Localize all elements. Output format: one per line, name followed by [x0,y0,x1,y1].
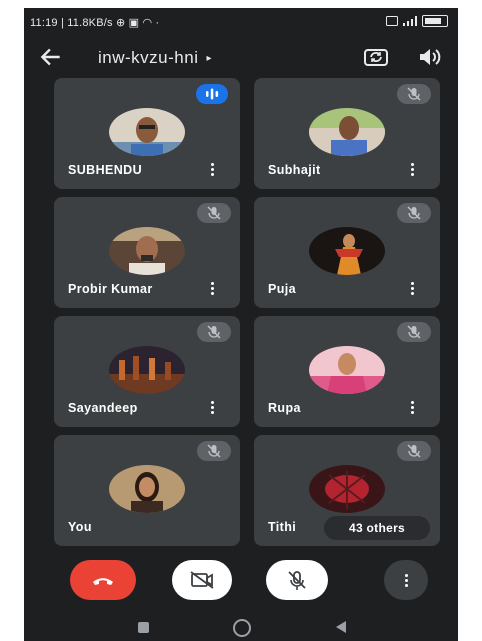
mic-off-badge [397,203,431,223]
signal-icon [403,16,417,26]
participant-name: Puja [268,282,296,296]
mic-off-badge [197,441,231,461]
participant-name: SUBHENDU [68,163,143,177]
call-controls [24,560,458,606]
system-navigation-bar [24,614,458,641]
hang-up-icon [93,578,113,585]
meet-screen: 11:19 | 11.8KB/s ⊕ ▣ ◠ · inw-kvzu-hni ▸ [24,8,458,641]
more-options-icon[interactable] [208,400,216,416]
volte-icon [386,16,398,26]
participant-tile[interactable]: You [54,435,240,546]
status-bar: 11:19 | 11.8KB/s ⊕ ▣ ◠ · [24,8,458,36]
avatar [309,465,385,513]
meeting-code: inw-kvzu-hni [98,48,199,67]
mic-off-icon [207,325,221,339]
battery-icon [422,15,448,27]
participant-tile[interactable]: Probir Kumar [54,197,240,308]
avatar [309,108,385,156]
speaker-icon[interactable] [416,44,442,70]
chevron-right-icon: ▸ [206,52,213,64]
status-time-and-speed: 11:19 | 11.8KB/s ⊕ ▣ ◠ · [30,17,160,29]
mic-off-icon [407,87,421,101]
mic-off-icon [407,206,421,220]
microphone-toggle-button[interactable] [266,560,328,600]
mic-off-badge [397,322,431,342]
avatar [309,346,385,394]
participant-tile[interactable]: Sayandeep [54,316,240,427]
participant-tile[interactable]: Rupa [254,316,440,427]
avatar [109,108,185,156]
mic-off-badge [197,322,231,342]
more-options-icon[interactable] [208,162,216,178]
status-icons [386,15,448,27]
more-vert-icon [384,560,428,587]
mic-off-icon [207,206,221,220]
more-options-button[interactable] [384,560,428,600]
home-icon[interactable] [233,619,251,637]
participant-tile[interactable]: Puja [254,197,440,308]
mic-off-badge [397,441,431,461]
end-call-button[interactable] [70,560,136,600]
more-options-icon[interactable] [208,281,216,297]
participant-name: You [68,520,92,534]
participant-name: Tithi [268,520,297,534]
back-arrow-icon[interactable] [38,44,64,70]
participant-tile[interactable]: Subhajit [254,78,440,189]
switch-camera-icon[interactable] [362,44,390,70]
more-options-icon[interactable] [408,400,416,416]
participant-name: Sayandeep [68,401,138,415]
back-icon[interactable] [336,621,346,633]
mic-off-icon [407,325,421,339]
participant-tile[interactable]: Tithi 43 others [254,435,440,546]
mic-off-icon [407,444,421,458]
mic-off-icon [207,444,221,458]
avatar [109,227,185,275]
more-options-icon[interactable] [408,281,416,297]
participant-tile[interactable]: SUBHENDU [54,78,240,189]
others-count-pill[interactable]: 43 others [324,516,430,540]
more-options-icon[interactable] [408,162,416,178]
meeting-title[interactable]: inw-kvzu-hni ▸ [98,48,212,68]
avatar [109,465,185,513]
mic-off-badge [197,203,231,223]
participant-name: Rupa [268,401,301,415]
mic-off-badge [397,84,431,104]
speaking-indicator [196,84,228,104]
recent-apps-icon[interactable] [138,622,149,633]
camera-toggle-button[interactable] [172,560,232,600]
avatar [109,346,185,394]
audio-wave-icon [206,88,219,100]
camera-off-icon [190,571,214,589]
meeting-header: inw-kvzu-hni ▸ [24,38,458,78]
mic-off-icon [288,571,306,590]
participant-name: Probir Kumar [68,282,153,296]
avatar [309,227,385,275]
participant-name: Subhajit [268,163,321,177]
